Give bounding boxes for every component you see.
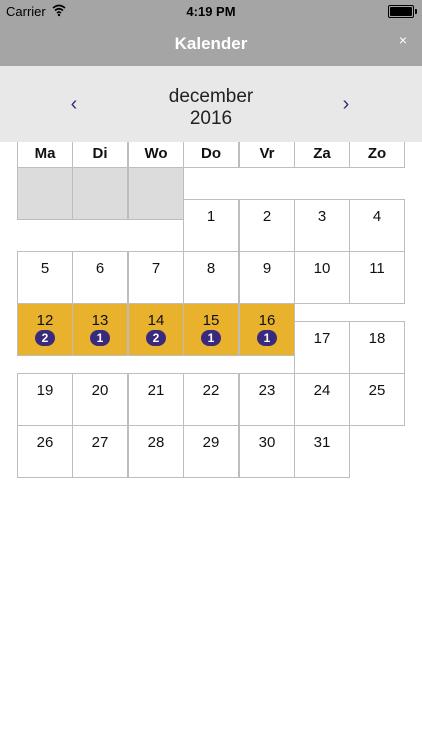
empty-day-cell (72, 167, 128, 220)
day-cell[interactable]: 10 (294, 251, 350, 304)
weekday-vr: Vr (239, 142, 295, 168)
day-cell[interactable]: 1 (183, 199, 239, 252)
weekday-za: Za (294, 142, 350, 168)
day-cell-with-appointments[interactable]: 15 1 (183, 303, 239, 356)
close-button[interactable]: × (394, 31, 412, 49)
day-number: 13 (91, 312, 109, 329)
day-number: 26 (36, 434, 54, 451)
battery-icon (388, 5, 417, 18)
day-cell-with-appointments[interactable]: 14 2 (128, 303, 184, 356)
day-cell[interactable]: 17 (294, 321, 350, 374)
day-cell[interactable]: 7 (128, 251, 184, 304)
month-label: december (168, 86, 254, 107)
appointment-count-badge: 1 (257, 330, 277, 346)
day-number: 3 (317, 208, 327, 225)
weekday-wo: Wo (128, 142, 184, 168)
day-number: 28 (147, 434, 165, 451)
day-cell-with-appointments[interactable]: 13 1 (72, 303, 128, 356)
month-header: ‹ december 2016 › (0, 66, 422, 142)
day-cell[interactable]: 8 (183, 251, 239, 304)
day-cell[interactable]: 27 (72, 425, 128, 478)
day-cell[interactable]: 19 (17, 373, 73, 426)
day-number: 17 (313, 330, 331, 347)
day-number: 27 (91, 434, 109, 451)
day-number: 15 (202, 312, 220, 329)
next-month-button[interactable]: › (334, 92, 358, 116)
day-number: 29 (202, 434, 220, 451)
day-number: 16 (258, 312, 276, 329)
clock: 4:19 PM (186, 4, 236, 19)
day-number: 8 (206, 260, 216, 277)
day-cell[interactable]: 18 (349, 321, 405, 374)
day-cell[interactable]: 25 (349, 373, 405, 426)
day-number: 30 (258, 434, 276, 451)
day-cell[interactable]: 4 (349, 199, 405, 252)
day-cell[interactable]: 6 (72, 251, 128, 304)
day-number: 11 (369, 260, 385, 277)
day-number: 5 (40, 260, 50, 277)
appointment-count-badge: 2 (146, 330, 166, 346)
day-cell[interactable]: 3 (294, 199, 350, 252)
weekday-ma: Ma (17, 142, 73, 168)
day-cell[interactable]: 11 (349, 251, 405, 304)
page-title: Kalender (174, 34, 248, 53)
day-number: 10 (313, 260, 331, 277)
day-number: 24 (313, 382, 331, 399)
day-number: 21 (147, 382, 165, 399)
day-cell[interactable]: 30 (239, 425, 295, 478)
day-number: 22 (202, 382, 220, 399)
day-number: 9 (262, 260, 272, 277)
empty-day-cell (17, 167, 73, 220)
day-number: 14 (147, 312, 165, 329)
day-cell[interactable]: 26 (17, 425, 73, 478)
day-cell[interactable]: 2 (239, 199, 295, 252)
day-number: 6 (95, 260, 105, 277)
day-number: 12 (36, 312, 54, 329)
empty-day-cell (128, 167, 184, 220)
day-number: 20 (91, 382, 109, 399)
day-number: 25 (368, 382, 386, 399)
day-cell[interactable]: 22 (183, 373, 239, 426)
day-cell[interactable]: 23 (239, 373, 295, 426)
day-cell[interactable]: 31 (294, 425, 350, 478)
day-cell[interactable]: 5 (17, 251, 73, 304)
day-number: 2 (262, 208, 272, 225)
nav-bar: Kalender × (0, 22, 422, 66)
day-number: 31 (313, 434, 331, 451)
day-number: 19 (36, 382, 54, 399)
day-cell[interactable]: 9 (239, 251, 295, 304)
day-number: 23 (258, 382, 276, 399)
day-cell[interactable]: 24 (294, 373, 350, 426)
status-bar: Carrier 4:19 PM (0, 0, 422, 22)
day-number: 7 (151, 260, 161, 277)
day-number: 18 (368, 330, 386, 347)
appointment-count-badge: 1 (201, 330, 221, 346)
day-cell-with-appointments[interactable]: 12 2 (17, 303, 73, 356)
day-number: 4 (372, 208, 382, 225)
day-cell-with-appointments[interactable]: 16 1 (239, 303, 295, 356)
weekday-zo: Zo (349, 142, 405, 168)
day-cell[interactable]: 21 (128, 373, 184, 426)
day-number: 1 (206, 208, 216, 225)
appointment-count-badge: 1 (90, 330, 110, 346)
weekday-di: Di (72, 142, 128, 168)
year-label: 2016 (189, 108, 233, 129)
day-cell[interactable]: 29 (183, 425, 239, 478)
day-cell[interactable]: 28 (128, 425, 184, 478)
weekday-do: Do (183, 142, 239, 168)
day-cell[interactable]: 20 (72, 373, 128, 426)
appointment-count-badge: 2 (35, 330, 55, 346)
